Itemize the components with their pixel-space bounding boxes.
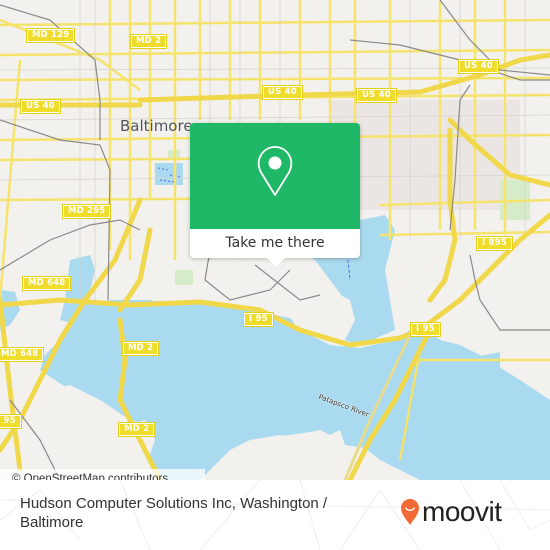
map-view[interactable]: MD 129 MD 2 US 40 US 40 US 40 US 40 MD 2…	[0, 0, 550, 480]
road-shield-md2: MD 2	[117, 422, 156, 437]
road-shield-us40: US 40	[356, 88, 397, 103]
road-shield-md648: MD 648	[21, 276, 72, 291]
road-shield-i95: I 95	[0, 414, 22, 429]
moovit-wordmark: moovit	[422, 496, 502, 527]
road-shield-i95: I 95	[243, 312, 274, 327]
moovit-logo[interactable]: moovit	[400, 496, 502, 528]
road-shield-i95: I 95	[410, 322, 441, 337]
road-shield-md2: MD 2	[129, 34, 168, 49]
park	[175, 270, 193, 285]
road-shield-us40: US 40	[458, 59, 499, 74]
road-shield-us40: US 40	[262, 85, 303, 100]
road-shield-md295: MD 295	[61, 204, 112, 219]
road-shield-md2: MD 2	[121, 341, 160, 356]
moovit-pin-icon	[401, 499, 419, 525]
location-pin-icon	[257, 146, 293, 196]
footer-bar: Hudson Computer Solutions Inc, Washingto…	[0, 480, 550, 550]
place-name: Hudson Computer Solutions Inc, Washingto…	[20, 495, 328, 531]
road-shield-md129: MD 129	[25, 28, 76, 43]
city-label: Baltimore	[120, 117, 193, 135]
road-shield-us40: US 40	[20, 99, 61, 114]
location-popup[interactable]: Take me there	[190, 123, 360, 267]
popup-header[interactable]	[190, 123, 360, 229]
popup-pointer	[266, 257, 286, 267]
map-attribution[interactable]: © OpenStreetMap contributors	[0, 469, 205, 480]
road-shield-md648: MD 648	[0, 347, 45, 362]
road-shield-i895: I 895	[476, 236, 513, 251]
take-me-there-button[interactable]: Take me there	[190, 229, 360, 258]
